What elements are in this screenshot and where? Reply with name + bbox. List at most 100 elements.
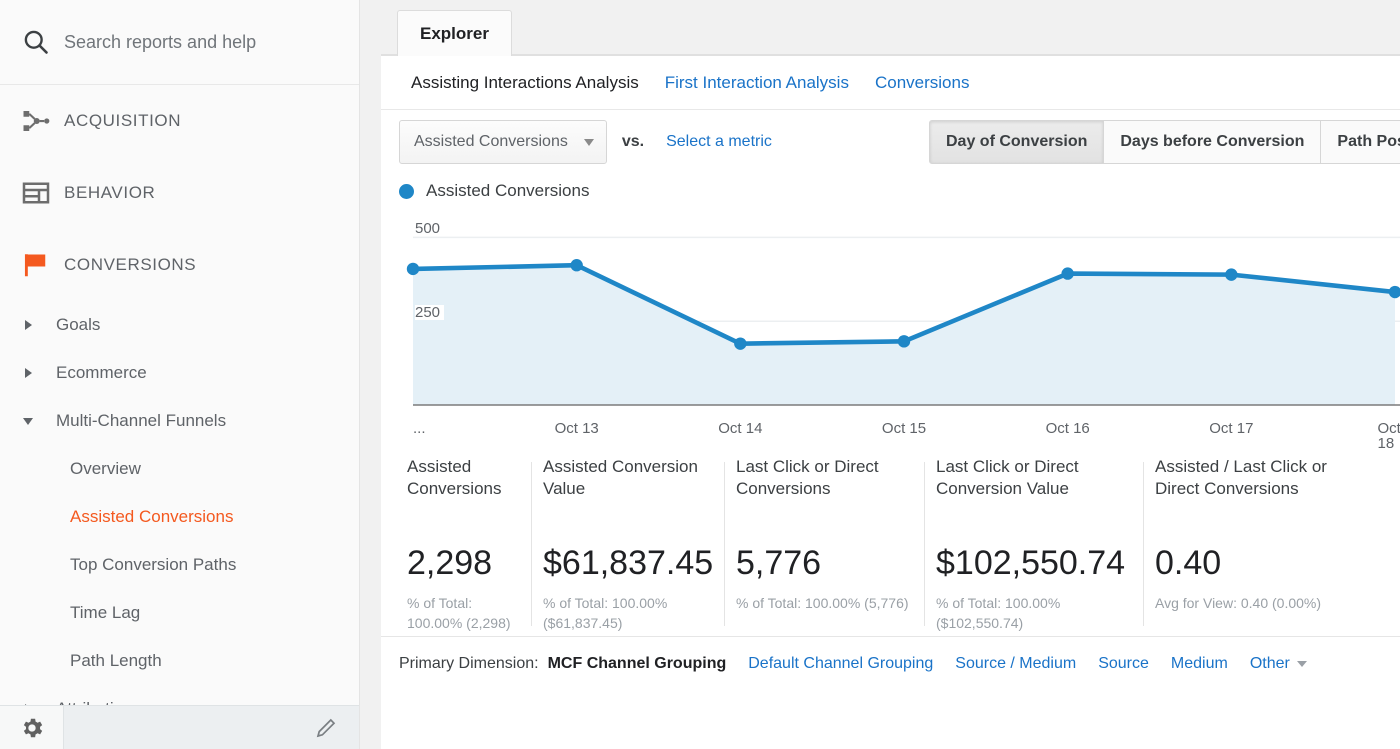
tab-explorer[interactable]: Explorer — [397, 10, 512, 56]
sublink-assisting-interactions-analysis[interactable]: Assisting Interactions Analysis — [411, 73, 639, 93]
metric-card-title: Last Click or Direct Conversion Value — [936, 457, 1079, 498]
sidebar-item-label: Assisted Conversions — [70, 507, 234, 526]
metric-card-subtext: % of Total: 100.00% ($61,837.45) — [543, 595, 668, 632]
sidebar-item-time-lag[interactable]: Time Lag — [0, 589, 359, 637]
conversions-flag-icon — [8, 250, 64, 280]
primary-dimension-default-channel-grouping[interactable]: Default Channel Grouping — [748, 655, 933, 673]
chevron-down-icon — [0, 417, 56, 425]
sidebar-section-conversions[interactable]: CONVERSIONS — [0, 229, 359, 301]
sidebar-item-assisted-conversions[interactable]: Assisted Conversions — [0, 493, 359, 541]
legend-label: Assisted Conversions — [426, 181, 590, 200]
gear-icon — [23, 718, 42, 737]
metric-card-subtext: % of Total: 100.00% (2,298) — [407, 595, 511, 632]
chart-y-tick: 500 — [415, 221, 445, 237]
metric-card-value: $102,550.74 — [936, 544, 1126, 582]
toggle-label: Day of Conversion — [946, 133, 1088, 150]
chart-x-tick: Oct 16 — [1045, 420, 1090, 437]
chart-x-tick: Oct 18 — [1377, 420, 1400, 452]
analytics-app: ACQUISITION BEHAVIOR CONVERSIONS — [0, 0, 1400, 749]
vs-label: vs. — [621, 133, 645, 150]
sidebar: ACQUISITION BEHAVIOR CONVERSIONS — [0, 0, 360, 749]
metric-card-value: 0.40 — [1155, 544, 1222, 582]
settings-button[interactable] — [0, 705, 64, 749]
primary-dimension-source-medium[interactable]: Source / Medium — [955, 655, 1076, 673]
chart-x-tick: Oct 14 — [718, 420, 763, 437]
toggle-label: Days before Conversion — [1120, 133, 1305, 150]
acquisition-icon — [8, 106, 64, 136]
sidebar-item-path-length[interactable]: Path Length — [0, 637, 359, 685]
sidebar-item-top-conversion-paths[interactable]: Top Conversion Paths — [0, 541, 359, 589]
metric-card-value: 2,298 — [407, 544, 493, 582]
metric-card-title: Last Click or Direct Conversions — [736, 457, 879, 498]
sidebar-item-label: Goals — [56, 315, 101, 334]
chevron-right-icon — [0, 320, 56, 330]
legend-color-dot — [399, 183, 414, 199]
primary-dimension-other[interactable]: Other — [1250, 655, 1307, 673]
metric-summary-cards: Assisted Conversions 2,298 % of Total: 100… — [381, 456, 1400, 636]
sidebar-item-label: Top Conversion Paths — [70, 555, 237, 574]
report-panel: Explorer Assisting Interactions Analysis… — [381, 0, 1400, 749]
chart-x-tick: ... — [413, 420, 426, 437]
metric-card-title: Assisted Conversions — [407, 457, 502, 498]
sidebar-item-label: Overview — [70, 459, 141, 478]
toggle-days-before-conversion[interactable]: Days before Conversion — [1104, 120, 1322, 164]
sidebar-item-label: Time Lag — [70, 603, 141, 622]
metric-card: Assisted Conversion Value $61,837.45 % of … — [531, 456, 724, 636]
chart-controls: Assisted Conversions vs. Select a metric… — [381, 110, 1400, 174]
main-content: Explorer Assisting Interactions Analysis… — [360, 0, 1400, 749]
metric-select[interactable]: Assisted Conversions — [399, 120, 607, 164]
metric-card-value: 5,776 — [736, 544, 822, 582]
sidebar-item-ecommerce[interactable]: Ecommerce — [0, 349, 359, 397]
sidebar-item-goals[interactable]: Goals — [0, 301, 359, 349]
metric-card-title: Assisted / Last Click or Direct Conversi… — [1155, 457, 1327, 498]
chart-x-tick: Oct 15 — [881, 420, 927, 437]
sidebar-section-label: CONVERSIONS — [64, 255, 197, 274]
chart-x-tick: Oct 13 — [554, 420, 599, 437]
metric-select-value: Assisted Conversions — [414, 133, 568, 150]
sublink-first-interaction-analysis[interactable]: First Interaction Analysis — [665, 73, 849, 93]
sidebar-item-label: Path Length — [70, 651, 162, 670]
metric-card: Assisted Conversions 2,298 % of Total: 100… — [395, 456, 531, 636]
search-input[interactable] — [64, 31, 334, 53]
assisted-conversions-chart: 500 250 ... Oct 13 Oct 14 Oct 15 Oct 16 Oct 17… — [399, 212, 1400, 451]
metric-card-subtext: % of Total: 100.00% ($102,550.74) — [936, 595, 1061, 632]
chart-svg[interactable] — [399, 212, 1400, 420]
chart-legend: Assisted Conversions — [381, 174, 1400, 208]
sidebar-section-acquisition[interactable]: ACQUISITION — [0, 85, 359, 157]
chevron-down-icon — [1296, 661, 1307, 667]
primary-dimension-other-label: Other — [1249, 655, 1290, 672]
metric-card-title: Assisted Conversion Value — [543, 457, 698, 498]
search-bar[interactable] — [0, 0, 359, 85]
tab-label: Explorer — [420, 23, 489, 43]
tab-bar-underline — [381, 54, 1400, 55]
sublink-conversions[interactable]: Conversions — [875, 73, 970, 93]
metric-card-subtext: Avg for View: 0.40 (0.00%) — [1155, 595, 1322, 611]
metric-card-subtext: % of Total: 100.00% (5,776) — [736, 595, 909, 611]
chart-y-tick: 250 — [415, 305, 445, 321]
primary-dimension-row: Primary Dimension: MCF Channel Grouping … — [381, 637, 1400, 691]
primary-dimension-active: MCF Channel Grouping — [547, 655, 727, 672]
metric-card: Last Click or Direct Conversion Value $10… — [924, 456, 1143, 636]
metric-card: Last Click or Direct Conversions 5,776 % o… — [724, 456, 924, 636]
sidebar-item-overview[interactable]: Overview — [0, 445, 359, 493]
primary-dimension-source[interactable]: Source — [1098, 655, 1149, 673]
sidebar-section-label: BEHAVIOR — [64, 183, 156, 202]
search-icon — [8, 27, 64, 57]
select-a-metric-link[interactable]: Select a metric — [666, 133, 772, 151]
toggle-day-of-conversion[interactable]: Day of Conversion — [929, 120, 1105, 164]
toggle-path-position[interactable]: Path Position — [1321, 120, 1400, 164]
sidebar-section-behavior[interactable]: BEHAVIOR — [0, 157, 359, 229]
edit-button[interactable] — [64, 716, 359, 740]
chart-x-tick: Oct 17 — [1209, 420, 1254, 437]
toggle-label: Path Position — [1337, 133, 1400, 150]
chevron-right-icon — [0, 368, 56, 378]
sidebar-item-multi-channel-funnels[interactable]: Multi-Channel Funnels — [0, 397, 359, 445]
report-sublinks: Assisting Interactions Analysis First In… — [381, 56, 1400, 110]
primary-dimension-label: Primary Dimension: — [399, 655, 539, 672]
chevron-down-icon — [583, 138, 594, 146]
primary-dimension-medium[interactable]: Medium — [1171, 655, 1228, 673]
sidebar-item-label: Ecommerce — [56, 363, 147, 382]
tab-bar: Explorer — [381, 0, 1400, 56]
sidebar-item-label: Multi-Channel Funnels — [56, 411, 227, 430]
dimension-toggle-group: Day of Conversion Days before Conversion… — [929, 120, 1400, 164]
